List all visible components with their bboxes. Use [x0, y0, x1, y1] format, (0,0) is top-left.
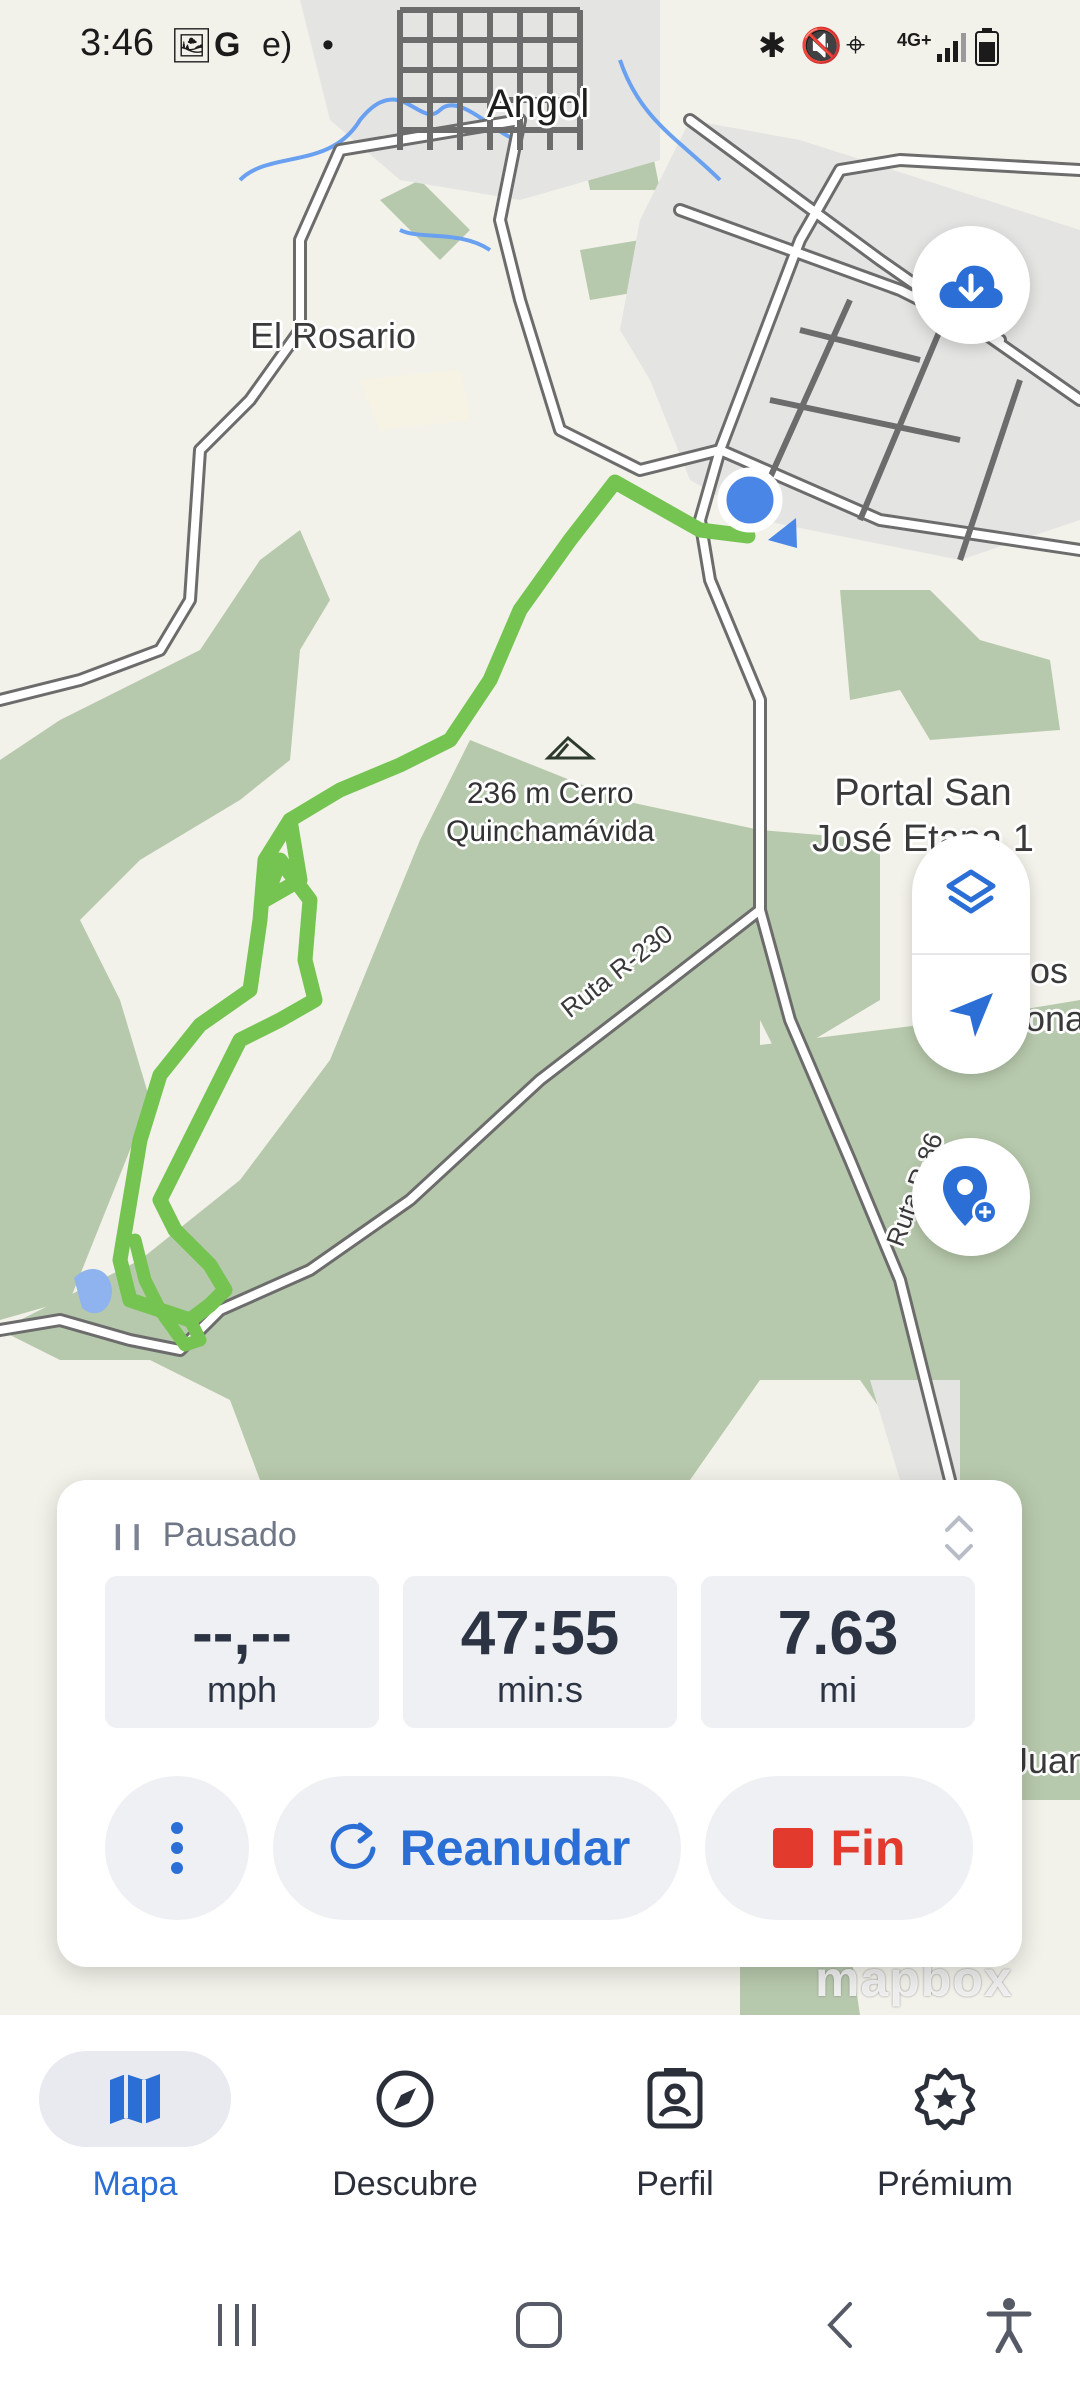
clearing	[360, 370, 470, 430]
add-pin-icon	[943, 1166, 998, 1226]
stat-distance-value: 7.63	[777, 1599, 899, 1668]
back-button[interactable]	[795, 2290, 885, 2360]
nav-label-mapa: Mapa	[92, 2165, 178, 2203]
accessibility-button[interactable]	[964, 2290, 1054, 2360]
nav-pill-perfil	[579, 2051, 771, 2147]
bottom-navigation: Mapa Descubre Perfil Prémium	[0, 2015, 1080, 2250]
status-time: 3:46	[80, 22, 154, 64]
stop-icon	[772, 1828, 813, 1868]
accessibility-icon	[986, 2298, 1032, 2353]
stat-speed-unit: mph	[206, 1669, 278, 1710]
mute-icon: 🔇	[800, 27, 843, 65]
network-type: 4G+	[897, 30, 932, 50]
more-options-button[interactable]	[105, 1776, 249, 1920]
offline-download-button[interactable]	[912, 226, 1030, 344]
portal-line1: Portal San	[834, 772, 1012, 814]
stat-duration: 47:55 min:s	[403, 1576, 677, 1728]
dot-icon: •	[322, 26, 334, 64]
resume-label: Reanudar	[399, 1820, 631, 1876]
map-label-town: El Rosario	[250, 315, 417, 356]
layers-icon	[946, 869, 996, 913]
nav-active-pill	[39, 2051, 231, 2147]
premium-badge-icon	[914, 2067, 976, 2131]
location-icon: ⌖	[846, 26, 866, 64]
locate-button[interactable]	[912, 955, 1030, 1074]
back-icon	[827, 2302, 852, 2348]
map-icon	[110, 2074, 160, 2124]
home-icon	[516, 2302, 562, 2348]
stat-duration-value: 47:55	[460, 1599, 620, 1668]
recents-button[interactable]	[192, 2290, 282, 2360]
navigation-arrow-icon	[949, 992, 993, 1037]
stat-speed-value: --,--	[192, 1599, 292, 1668]
more-vertical-icon	[171, 1822, 183, 1874]
app-icon: e)	[262, 26, 293, 64]
stat-distance: 7.63 mi	[701, 1576, 975, 1728]
peak-name: Quinchamávida	[446, 815, 655, 848]
gallery-icon: 🖼	[170, 27, 214, 65]
nav-label-descubre: Descubre	[332, 2165, 478, 2203]
peak-elevation: 236 m Cerro	[466, 777, 634, 810]
cloud-download-icon	[939, 265, 1003, 308]
nav-item-premium[interactable]: Prémium	[810, 2051, 1080, 2204]
nav-pill-descubre	[309, 2051, 501, 2147]
recording-panel: ❙❙ Pausado --,-- mph 47:55 min:s 7.63 mi…	[57, 1480, 1022, 1967]
google-icon: G	[214, 26, 241, 64]
bluetooth-icon: ✱	[758, 27, 787, 65]
nav-label-perfil: Perfil	[636, 2165, 714, 2203]
status-bar: 3:46 🖼 G e) • ✱ 🔇 ⌖ 4G+	[0, 0, 1080, 90]
map-label-edge-2: ona	[1025, 998, 1080, 1039]
add-waypoint-button[interactable]	[912, 1138, 1030, 1256]
compass-icon	[376, 2070, 434, 2128]
map-controls	[912, 834, 1030, 1074]
refresh-icon	[330, 1822, 376, 1869]
resume-button[interactable]: Reanudar	[273, 1776, 681, 1920]
current-location-dot	[717, 467, 783, 533]
pause-icon: ❙❙	[107, 1520, 148, 1550]
stat-distance-unit: mi	[819, 1669, 857, 1710]
layers-button[interactable]	[912, 834, 1030, 953]
system-navigation-bar	[0, 2250, 1080, 2400]
expand-collapse-icon[interactable]	[939, 1510, 979, 1566]
stat-speed: --,-- mph	[105, 1576, 379, 1728]
end-label: Fin	[830, 1820, 906, 1876]
recording-status: ❙❙ Pausado	[107, 1516, 297, 1555]
nav-item-descubre[interactable]: Descubre	[270, 2051, 540, 2204]
recents-icon	[218, 2304, 256, 2346]
nav-label-premium: Prémium	[876, 2165, 1014, 2203]
battery-icon	[975, 28, 999, 66]
home-button[interactable]	[494, 2290, 584, 2360]
profile-icon	[647, 2068, 703, 2129]
map-label-peak: 236 m Cerro Quinchamávida	[446, 775, 654, 851]
nav-pill-premium	[849, 2051, 1041, 2147]
nav-item-mapa[interactable]: Mapa	[0, 2051, 270, 2204]
signal-icon	[937, 33, 966, 62]
stat-duration-unit: min:s	[496, 1669, 583, 1710]
recording-status-text: Pausado	[162, 1516, 297, 1554]
end-button[interactable]: Fin	[705, 1776, 973, 1920]
map-label-edge-1: os	[1030, 950, 1069, 991]
nav-item-perfil[interactable]: Perfil	[540, 2051, 810, 2204]
